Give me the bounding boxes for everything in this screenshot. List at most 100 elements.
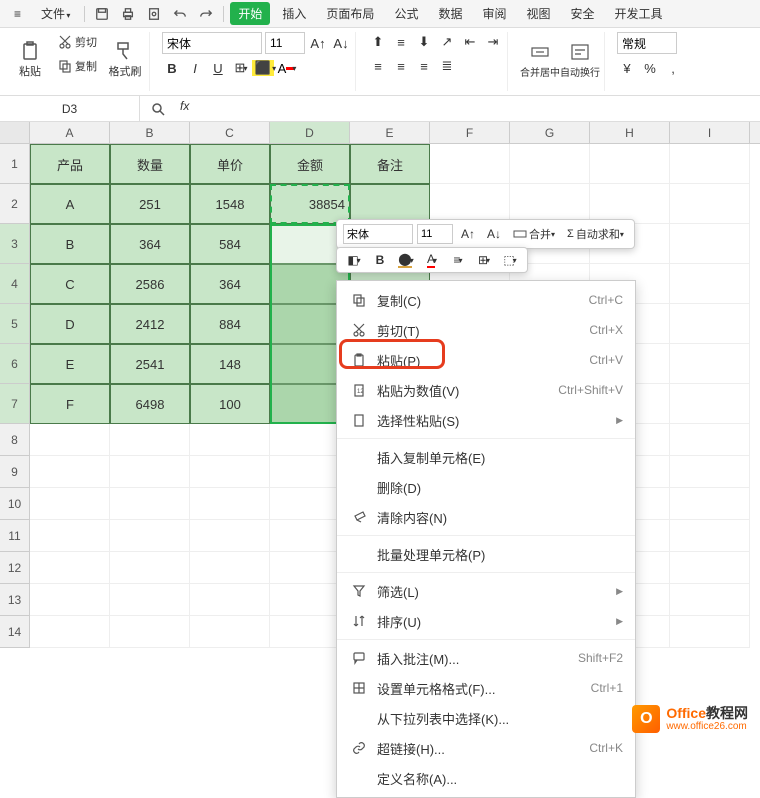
col-header-D[interactable]: D [270, 122, 350, 143]
paste-button[interactable]: 粘贴 [10, 32, 50, 88]
bold-button[interactable]: B [162, 58, 182, 78]
align-top-icon[interactable]: ⬆ [368, 32, 388, 52]
cell-I4[interactable] [670, 264, 750, 304]
row-header-4[interactable]: 4 [0, 264, 30, 304]
cell-B5[interactable]: 2412 [110, 304, 190, 344]
mini-text-color-icon[interactable]: A▾ [421, 250, 443, 270]
align-middle-icon[interactable]: ≡ [391, 32, 411, 52]
indent-left-icon[interactable]: ⇤ [460, 32, 480, 52]
cell-G2[interactable] [510, 184, 590, 224]
cell-G1[interactable] [510, 144, 590, 184]
ctx-insert-copied[interactable]: 插入复制单元格(E) [337, 442, 635, 472]
mini-merge-button[interactable]: 合并▾ [509, 226, 559, 242]
row-header-10[interactable]: 10 [0, 488, 30, 520]
cell-B4[interactable]: 2586 [110, 264, 190, 304]
mini-border-icon[interactable]: ⊞▾ [473, 250, 495, 270]
name-box[interactable]: D3 [0, 96, 140, 121]
italic-button[interactable]: I [185, 58, 205, 78]
currency-icon[interactable]: ¥ [617, 58, 637, 78]
cell-H2[interactable] [590, 184, 670, 224]
menu-hamburger[interactable]: ≡ [6, 4, 29, 24]
cut-button[interactable]: 剪切 [54, 32, 101, 52]
row-header-6[interactable]: 6 [0, 344, 30, 384]
merge-center-button[interactable]: 合并居中 [520, 32, 560, 88]
ctx-format-cells[interactable]: 设置单元格格式(F)... Ctrl+1 [337, 673, 635, 703]
ctx-sort[interactable]: 排序(U) ▶ [337, 606, 635, 636]
cell-F1[interactable] [430, 144, 510, 184]
row-header-8[interactable]: 8 [0, 424, 30, 456]
col-header-A[interactable]: A [30, 122, 110, 143]
cell-A3[interactable]: B [30, 224, 110, 264]
cell-A6[interactable]: E [30, 344, 110, 384]
orientation-icon[interactable]: ↗ [437, 32, 457, 52]
ctx-define-name[interactable]: 定义名称(A)... [337, 763, 635, 793]
cell-B3[interactable]: 364 [110, 224, 190, 264]
cell-I6[interactable] [670, 344, 750, 384]
ctx-paste-values[interactable]: 12 粘贴为数值(V) Ctrl+Shift+V [337, 375, 635, 405]
tab-insert[interactable]: 插入 [274, 2, 314, 25]
cell-A1[interactable]: 产品 [30, 144, 110, 184]
distribute-icon[interactable]: ≣ [437, 56, 457, 76]
cell-B7[interactable]: 6498 [110, 384, 190, 424]
cell-D2[interactable]: 38854 [270, 184, 350, 224]
border-button[interactable]: ⊞▾ [231, 58, 251, 78]
copy-button[interactable]: 复制 [54, 56, 101, 76]
font-name-select[interactable] [162, 32, 262, 54]
align-center-icon[interactable]: ≡ [391, 56, 411, 76]
cell-E1[interactable]: 备注 [350, 144, 430, 184]
cell-D1[interactable]: 金额 [270, 144, 350, 184]
tab-view[interactable]: 视图 [518, 2, 558, 25]
cell-B1[interactable]: 数量 [110, 144, 190, 184]
cell-B2[interactable]: 251 [110, 184, 190, 224]
qat-redo-icon[interactable] [195, 3, 217, 25]
mini-increase-font-icon[interactable]: A↑ [457, 224, 479, 244]
font-color-button[interactable]: A▾ [277, 58, 297, 78]
percent-icon[interactable]: % [640, 58, 660, 78]
cell-C6[interactable]: 148 [190, 344, 270, 384]
mini-format-icon[interactable]: ⬚▾ [499, 250, 521, 270]
cell-I2[interactable] [670, 184, 750, 224]
select-all-corner[interactable] [0, 122, 30, 143]
qat-print-icon[interactable] [117, 3, 139, 25]
row-header-2[interactable]: 2 [0, 184, 30, 224]
wrap-text-button[interactable]: 自动换行 [560, 32, 600, 88]
indent-right-icon[interactable]: ⇥ [483, 32, 503, 52]
cell-C5[interactable]: 884 [190, 304, 270, 344]
cell-E2[interactable] [350, 184, 430, 224]
tab-review[interactable]: 审阅 [474, 2, 514, 25]
comma-icon[interactable]: , [663, 58, 683, 78]
cell-I3[interactable] [670, 224, 750, 264]
mini-size-select[interactable] [417, 224, 453, 244]
cell-C3[interactable]: 584 [190, 224, 270, 264]
cell-C7[interactable]: 100 [190, 384, 270, 424]
cell-C4[interactable]: 364 [190, 264, 270, 304]
ctx-copy[interactable]: 复制(C) Ctrl+C [337, 285, 635, 315]
ctx-paste-special[interactable]: 选择性粘贴(S) ▶ [337, 405, 635, 435]
qat-undo-icon[interactable] [169, 3, 191, 25]
row-header-1[interactable]: 1 [0, 144, 30, 184]
align-bottom-icon[interactable]: ⬇ [414, 32, 434, 52]
cell-I1[interactable] [670, 144, 750, 184]
search-icon[interactable] [148, 99, 168, 119]
col-header-B[interactable]: B [110, 122, 190, 143]
tab-developer[interactable]: 开发工具 [607, 2, 671, 25]
tab-formula[interactable]: 公式 [386, 2, 426, 25]
row-header-13[interactable]: 13 [0, 584, 30, 616]
row-header-7[interactable]: 7 [0, 384, 30, 424]
row-header-5[interactable]: 5 [0, 304, 30, 344]
mini-fill-icon[interactable]: ◧▾ [343, 250, 365, 270]
ctx-cut[interactable]: 剪切(T) Ctrl+X [337, 315, 635, 345]
mini-bold-button[interactable]: B [369, 250, 391, 270]
fill-color-button[interactable]: ⬛▾ [254, 58, 274, 78]
cell-H1[interactable] [590, 144, 670, 184]
mini-autosum-button[interactable]: Σ 自动求和▾ [563, 226, 628, 242]
ctx-dropdown-select[interactable]: 从下拉列表中选择(K)... [337, 703, 635, 733]
mini-align-icon[interactable]: ≡▾ [447, 250, 469, 270]
format-painter-button[interactable]: 格式刷 [105, 32, 145, 88]
ctx-filter[interactable]: 筛选(L) ▶ [337, 576, 635, 606]
tab-data[interactable]: 数据 [430, 2, 470, 25]
cell-A7[interactable]: F [30, 384, 110, 424]
cell-A2[interactable]: A [30, 184, 110, 224]
align-left-icon[interactable]: ≡ [368, 56, 388, 76]
ctx-batch[interactable]: 批量处理单元格(P) [337, 539, 635, 569]
